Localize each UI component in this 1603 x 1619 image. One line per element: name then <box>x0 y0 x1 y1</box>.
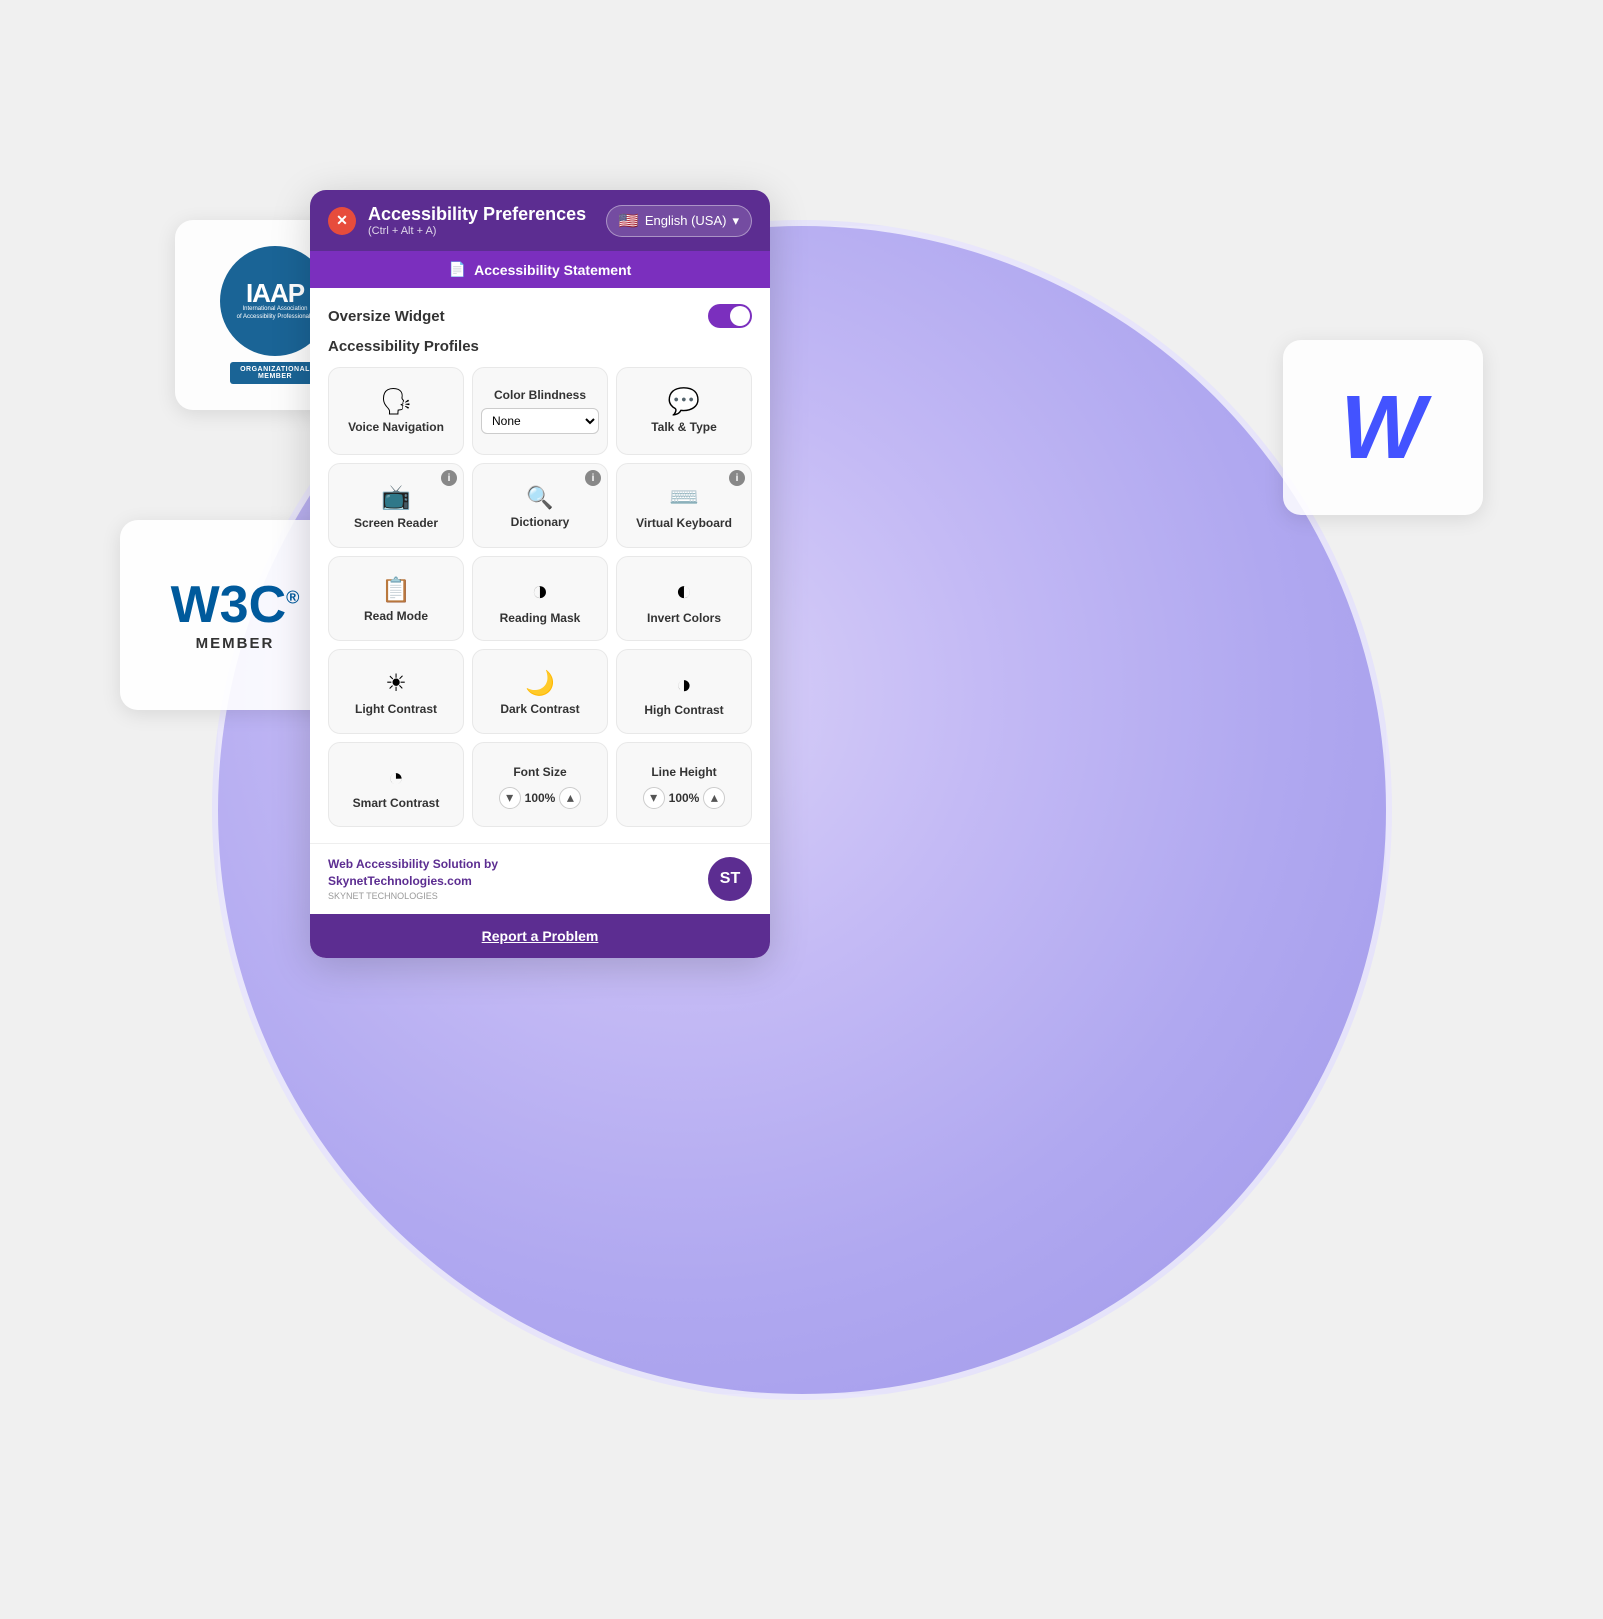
panel-title: Accessibility Preferences (Ctrl + Alt + … <box>368 204 586 237</box>
screen-reader-info-icon[interactable]: i <box>441 470 457 486</box>
screen-reader-label: Screen Reader <box>354 516 438 530</box>
dictionary-icon: 🔍 <box>526 487 553 509</box>
virtual-keyboard-info-icon[interactable]: i <box>729 470 745 486</box>
line-height-stepper: ▾ 100% ▴ <box>643 787 726 809</box>
high-contrast-label: High Contrast <box>644 703 723 717</box>
voice-navigation-card[interactable]: 🗣 Voice Navigation <box>328 367 464 455</box>
accessibility-panel: ✕ Accessibility Preferences (Ctrl + Alt … <box>310 190 770 958</box>
reading-mask-icon: ◑ <box>532 577 549 605</box>
reading-mask-label: Reading Mask <box>500 611 581 625</box>
chevron-down-icon: ▾ <box>732 213 739 229</box>
dark-contrast-icon: 🌙 <box>525 672 555 696</box>
smart-contrast-icon: ◔ <box>388 764 404 790</box>
panel-header: ✕ Accessibility Preferences (Ctrl + Alt … <box>310 190 770 251</box>
virtual-keyboard-button[interactable]: i ⌨️ Virtual Keyboard <box>616 463 752 548</box>
dictionary-button[interactable]: i 🔍 Dictionary <box>472 463 608 548</box>
dictionary-label: Dictionary <box>511 515 570 529</box>
statement-label: Accessibility Statement <box>474 262 631 278</box>
invert-colors-icon: ◐ <box>676 577 693 605</box>
virtual-keyboard-label: Virtual Keyboard <box>636 516 732 530</box>
read-mode-icon: 📋 <box>381 579 411 603</box>
voice-navigation-label: Voice Navigation <box>348 420 444 434</box>
language-label: English (USA) <box>645 213 727 228</box>
line-height-button[interactable]: Line Height ▾ 100% ▴ <box>616 742 752 827</box>
line-height-increase[interactable]: ▴ <box>703 787 725 809</box>
w3c-logo: W3C® MEMBER <box>171 579 300 652</box>
statement-icon: 📄 <box>449 261 466 278</box>
screen-reader-icon: 📺 <box>381 486 411 510</box>
font-size-increase[interactable]: ▴ <box>559 787 581 809</box>
line-height-value: 100% <box>669 791 700 805</box>
invert-colors-button[interactable]: ◐ Invert Colors <box>616 556 752 641</box>
light-contrast-icon: ☀ <box>385 672 407 696</box>
panel-title-subtitle: (Ctrl + Alt + A) <box>368 225 586 237</box>
w3c-member-label: MEMBER <box>171 635 300 652</box>
footer-line2: SkynetTechnologies.com <box>328 873 498 890</box>
read-mode-button[interactable]: 📋 Read Mode <box>328 556 464 641</box>
webflow-logo: W <box>1341 383 1426 473</box>
font-size-value: 100% <box>525 791 556 805</box>
scene: IAAP International Association of Access… <box>0 0 1603 1619</box>
features-grid: i 📺 Screen Reader i 🔍 Dictionary i ⌨️ Vi… <box>328 463 752 827</box>
font-size-button[interactable]: Font Size ▾ 100% ▴ <box>472 742 608 827</box>
screen-reader-button[interactable]: i 📺 Screen Reader <box>328 463 464 548</box>
talk-type-icon: 💬 <box>668 388 700 414</box>
iaap-sub-text: International Association of Accessibili… <box>229 306 322 322</box>
invert-colors-label: Invert Colors <box>647 611 721 625</box>
reading-mask-button[interactable]: ◑ Reading Mask <box>472 556 608 641</box>
light-contrast-label: Light Contrast <box>355 702 437 716</box>
voice-navigation-icon: 🗣 <box>379 388 412 414</box>
footer-line1: Web Accessibility Solution by <box>328 856 498 873</box>
close-button[interactable]: ✕ <box>328 207 356 235</box>
panel-title-main: Accessibility Preferences <box>368 204 586 225</box>
virtual-keyboard-icon: ⌨️ <box>669 486 699 510</box>
light-contrast-button[interactable]: ☀ Light Contrast <box>328 649 464 734</box>
font-size-decrease[interactable]: ▾ <box>499 787 521 809</box>
footer-text: Web Accessibility Solution by SkynetTech… <box>328 856 498 902</box>
font-size-stepper: ▾ 100% ▴ <box>499 787 582 809</box>
iaap-main-text: IAAP <box>246 280 304 306</box>
smart-contrast-button[interactable]: ◔ Smart Contrast <box>328 742 464 827</box>
color-blindness-select[interactable]: None Protanopia Deuteranopia Tritanopia <box>481 408 599 434</box>
accessibility-statement-bar[interactable]: 📄 Accessibility Statement <box>310 251 770 288</box>
webflow-card: W <box>1283 340 1483 515</box>
oversize-label: Oversize Widget <box>328 308 445 325</box>
iaap-org-label: ORGANIZATIONAL MEMBER <box>230 362 320 384</box>
top-feature-row: 🗣 Voice Navigation Color Blindness None … <box>328 367 752 455</box>
high-contrast-icon: ◑ <box>676 671 692 697</box>
talk-type-label: Talk & Type <box>651 420 717 434</box>
flag-icon: 🇺🇸 <box>619 211 639 231</box>
panel-footer: Web Accessibility Solution by SkynetTech… <box>310 843 770 914</box>
panel-header-left: ✕ Accessibility Preferences (Ctrl + Alt … <box>328 204 586 237</box>
color-blindness-card[interactable]: Color Blindness None Protanopia Deuteran… <box>472 367 608 455</box>
dark-contrast-button[interactable]: 🌙 Dark Contrast <box>472 649 608 734</box>
language-selector[interactable]: 🇺🇸 English (USA) ▾ <box>606 205 752 237</box>
talk-type-card[interactable]: 💬 Talk & Type <box>616 367 752 455</box>
footer-logo-text: SKYNET TECHNOLOGIES <box>328 890 498 903</box>
oversize-widget-row: Oversize Widget <box>328 304 752 328</box>
oversize-toggle[interactable] <box>708 304 752 328</box>
skynet-logo: ST <box>708 857 752 901</box>
accessibility-profiles-label: Accessibility Profiles <box>328 338 752 355</box>
line-height-decrease[interactable]: ▾ <box>643 787 665 809</box>
high-contrast-button[interactable]: ◑ High Contrast <box>616 649 752 734</box>
color-blindness-label: Color Blindness <box>494 388 586 402</box>
report-problem-button[interactable]: Report a Problem <box>310 914 770 958</box>
smart-contrast-label: Smart Contrast <box>353 796 440 810</box>
panel-body: Oversize Widget Accessibility Profiles 🗣… <box>310 288 770 843</box>
line-height-label: Line Height <box>651 765 716 779</box>
read-mode-label: Read Mode <box>364 609 428 623</box>
dictionary-info-icon[interactable]: i <box>585 470 601 486</box>
w3c-registered: ® <box>286 587 299 607</box>
dark-contrast-label: Dark Contrast <box>500 702 579 716</box>
font-size-label: Font Size <box>513 765 566 779</box>
